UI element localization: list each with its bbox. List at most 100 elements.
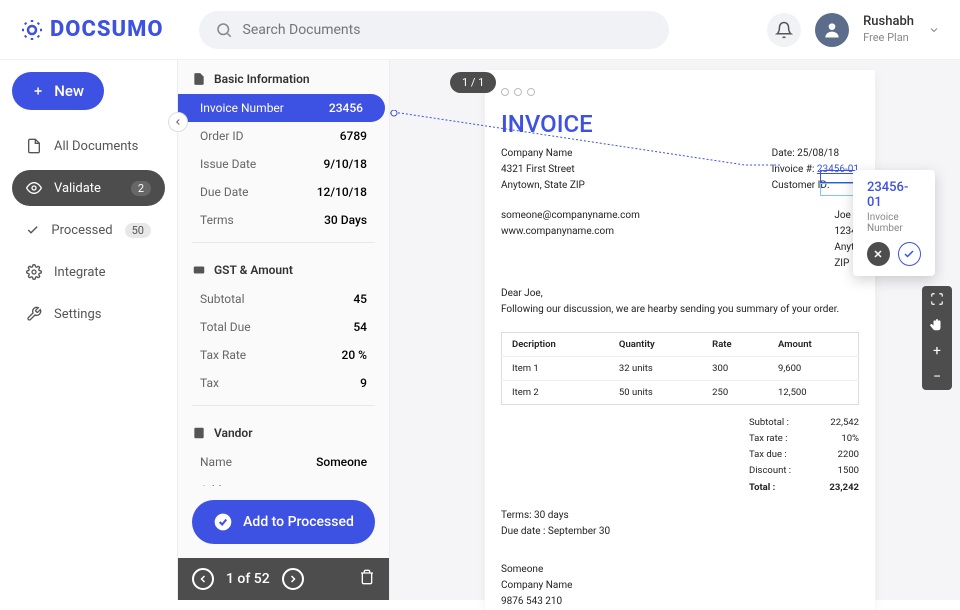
field-label: Tax xyxy=(200,376,219,390)
col-amt: Amount xyxy=(768,333,858,357)
col-desc: Decription xyxy=(502,333,609,357)
doc-title: INVOICE xyxy=(501,110,859,138)
field-subtotal[interactable]: Subtotal45 xyxy=(178,285,389,313)
sidebar-item-all-documents[interactable]: All Documents xyxy=(12,128,165,164)
sidebar-item-integrate[interactable]: Integrate xyxy=(12,254,165,290)
sidebar-item-label: All Documents xyxy=(54,139,138,154)
zoom-in-button[interactable]: + xyxy=(922,338,952,364)
user-info[interactable]: Rushabh Free Plan xyxy=(863,14,914,45)
section-title: Basic Information xyxy=(214,72,310,86)
pan-button[interactable] xyxy=(922,312,952,338)
field-order-id[interactable]: Order ID6789 xyxy=(178,122,389,150)
field-value: 12/10/18 xyxy=(317,185,367,199)
field-tax[interactable]: Tax9 xyxy=(178,369,389,397)
document-viewer: 1 / 1 INVOICE Company Name 4321 First St… xyxy=(390,60,960,600)
field-vendor-address[interactable]: Address Company Name 4321 First Street An… xyxy=(178,476,389,486)
document-page[interactable]: INVOICE Company Name 4321 First Street A… xyxy=(485,70,875,610)
count-badge: 2 xyxy=(131,181,151,196)
collapse-button[interactable] xyxy=(168,112,188,132)
doc-email: someone@companyname.com xyxy=(501,208,640,224)
viewer-toolbar: + − xyxy=(922,286,952,390)
logo-icon xyxy=(20,18,44,42)
field-value: 23456 xyxy=(329,101,363,115)
field-label: Tax Rate xyxy=(200,348,246,362)
plus-icon xyxy=(32,82,44,100)
add-to-processed-button[interactable]: Add to Processed xyxy=(192,500,375,544)
field-label: Due Date xyxy=(200,185,249,199)
sidebar-item-validate[interactable]: Validate 2 xyxy=(12,170,165,206)
field-value: 6789 xyxy=(340,129,367,143)
popup-label: Invoice Number xyxy=(867,212,921,234)
delete-button[interactable] xyxy=(359,569,375,589)
next-doc-button[interactable] xyxy=(282,568,304,590)
sidebar-item-processed[interactable]: Processed 50 xyxy=(12,212,165,248)
prev-doc-button[interactable] xyxy=(192,568,214,590)
field-total-due[interactable]: Total Due 54 xyxy=(178,313,389,341)
logo-text: DOCSUMO xyxy=(50,17,164,42)
chevron-right-icon xyxy=(287,573,299,585)
search-input[interactable] xyxy=(243,22,653,38)
wrench-icon xyxy=(26,306,42,322)
field-value: Someone xyxy=(316,455,367,469)
field-value: 54 xyxy=(353,320,367,334)
panel-footer: 1 of 52 xyxy=(178,558,389,600)
section-title: GST & Amount xyxy=(214,263,293,277)
close-icon xyxy=(872,248,884,260)
table-row: Item 132 units3009,600 xyxy=(502,357,859,381)
documents-icon xyxy=(26,138,42,154)
section-basic-info: Basic Information xyxy=(178,60,389,94)
field-label: Total Due xyxy=(200,320,251,334)
field-tax-rate[interactable]: Tax Rate20 % xyxy=(178,341,389,369)
page-indicator: 1 / 1 xyxy=(450,72,496,93)
new-label: New xyxy=(54,82,84,100)
field-issue-date[interactable]: Issue Date9/10/18 xyxy=(178,150,389,178)
popup-value[interactable]: 23456-01 xyxy=(867,180,921,210)
fullscreen-button[interactable] xyxy=(922,286,952,312)
doc-line-items: DecriptionQuantityRateAmount Item 132 un… xyxy=(501,332,859,405)
sidebar: New All Documents Validate 2 Processed 5… xyxy=(0,60,177,600)
section-gst-amount: GST & Amount xyxy=(178,251,389,285)
popup-cancel-button[interactable] xyxy=(867,242,890,266)
bell-icon xyxy=(775,21,793,39)
doc-invnum-label: Invoice #: xyxy=(772,164,815,175)
field-value: Company Name 4321 First Street Anytown, … xyxy=(265,483,367,486)
field-terms[interactable]: Terms 30 Days xyxy=(178,206,389,234)
logo: DOCSUMO xyxy=(20,17,164,42)
contact-icon xyxy=(192,426,206,440)
field-label: Terms xyxy=(200,213,234,227)
chevron-down-icon[interactable] xyxy=(928,24,940,36)
avatar-icon xyxy=(822,20,842,40)
field-invoice-number[interactable]: Invoice Number23456 xyxy=(178,94,385,122)
doc-summary: Subtotal :22,542 Tax rate :10% Tax due :… xyxy=(501,415,859,496)
sidebar-item-label: Integrate xyxy=(54,265,106,280)
field-vendor-name[interactable]: NameSomeone xyxy=(178,448,389,476)
pager-text: 1 of 52 xyxy=(226,571,270,587)
field-label: Address xyxy=(200,483,244,486)
doc-addr1: 4321 First Street xyxy=(501,162,585,178)
popup-confirm-button[interactable] xyxy=(898,242,921,266)
field-value: 9/10/18 xyxy=(324,157,367,171)
check-icon xyxy=(903,248,915,260)
field-due-date[interactable]: Due Date 12/10/18 xyxy=(178,178,389,206)
check-icon xyxy=(26,222,39,238)
doc-terms: Terms: 30 days xyxy=(501,508,859,524)
sidebar-item-label: Validate xyxy=(54,181,101,196)
search-bar[interactable] xyxy=(199,11,669,49)
hand-icon xyxy=(930,318,944,332)
doc-cust-label: Customer ID: xyxy=(772,178,859,194)
doc-sig2: Company Name xyxy=(501,578,859,594)
sidebar-item-label: Processed xyxy=(51,223,112,238)
detail-panel: Basic Information Invoice Number23456 Or… xyxy=(177,60,390,600)
field-label: Subtotal xyxy=(200,292,245,306)
add-label: Add to Processed xyxy=(243,514,354,530)
doc-due: Due date : September 30 xyxy=(501,524,859,540)
search-icon xyxy=(215,21,233,39)
sidebar-item-settings[interactable]: Settings xyxy=(12,296,165,332)
zoom-out-button[interactable]: − xyxy=(922,364,952,390)
new-button[interactable]: New xyxy=(12,72,104,110)
user-avatar[interactable] xyxy=(815,13,849,47)
notifications-button[interactable] xyxy=(767,13,801,47)
field-edit-popup: 23456-01 Invoice Number xyxy=(853,170,935,276)
gear-icon xyxy=(26,264,42,280)
field-value: 30 Days xyxy=(324,213,367,227)
